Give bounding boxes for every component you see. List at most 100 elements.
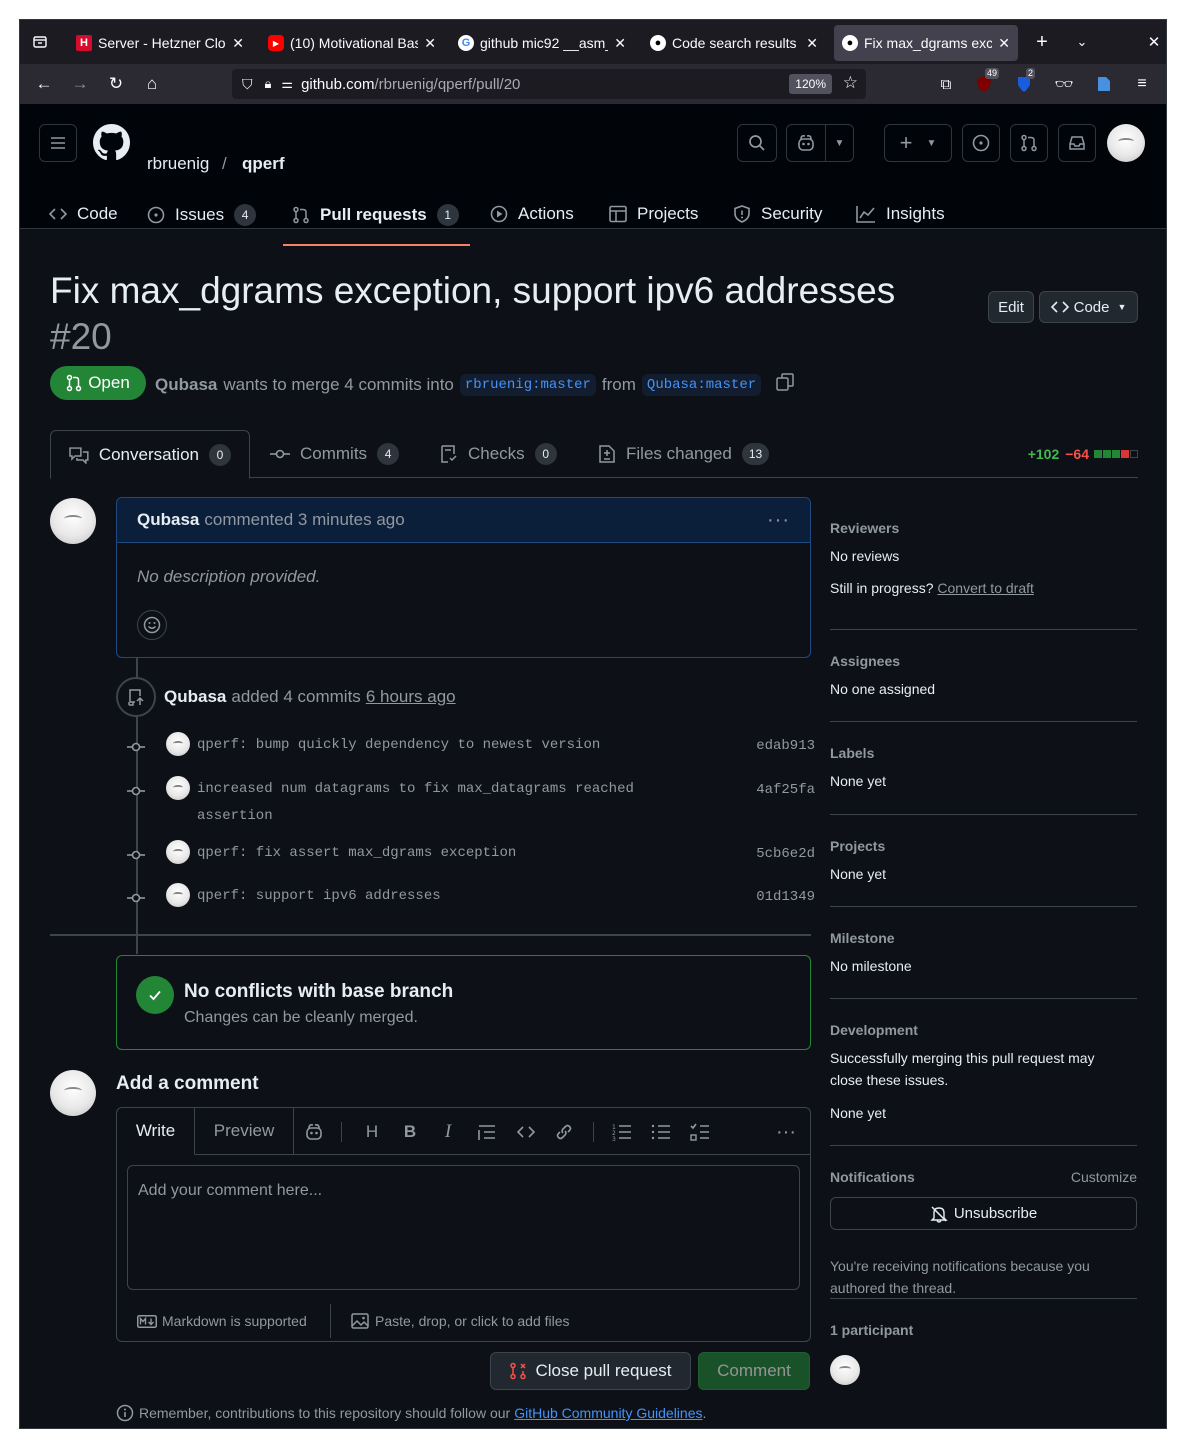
commit-author-avatar[interactable] bbox=[166, 883, 190, 907]
repo-nav-code[interactable]: Code bbox=[49, 204, 118, 224]
italic-icon[interactable]: I bbox=[434, 1118, 462, 1146]
commit-author-avatar[interactable] bbox=[166, 840, 190, 864]
kebab-horizontal-icon[interactable]: ··· bbox=[772, 1118, 800, 1146]
quote-icon[interactable] bbox=[473, 1118, 501, 1146]
close-tab-icon[interactable]: ✕ bbox=[424, 35, 436, 52]
url-bar[interactable]: ⛉ 🔒︎ ⚌ github.com/rbruenig/qperf/pull/20… bbox=[232, 69, 866, 99]
permissions-icon[interactable]: ⚌ bbox=[281, 76, 293, 92]
task-list-icon[interactable] bbox=[686, 1118, 714, 1146]
bookmark-star-icon[interactable]: ☆ bbox=[843, 73, 858, 93]
tab-overview-icon[interactable] bbox=[26, 28, 54, 56]
tab-conversation[interactable]: Conversation 0 bbox=[50, 430, 250, 479]
commit-message-link[interactable]: qperf: support ipv6 addresses bbox=[197, 883, 667, 910]
reader-icon[interactable] bbox=[1090, 70, 1118, 98]
commit-sha-link[interactable]: 5cb6e2d bbox=[756, 846, 815, 862]
commit-author-avatar[interactable] bbox=[166, 776, 190, 800]
menu-icon[interactable]: ≡ bbox=[1128, 70, 1156, 98]
inbox-button[interactable] bbox=[1058, 124, 1096, 162]
pr-author-link[interactable]: Qubasa bbox=[155, 375, 217, 395]
lock-icon[interactable]: 🔒︎ bbox=[265, 76, 272, 92]
commit-message-link[interactable]: increased num datagrams to fix max_datag… bbox=[197, 776, 667, 830]
milestone-heading[interactable]: Milestone bbox=[830, 930, 1137, 946]
shield-icon[interactable]: ⛉ bbox=[242, 76, 253, 93]
new-tab-button[interactable]: + bbox=[1028, 28, 1056, 56]
issues-button[interactable] bbox=[962, 124, 1000, 162]
close-tab-icon[interactable]: ✕ bbox=[806, 35, 818, 52]
tab-checks[interactable]: Checks 0 bbox=[440, 430, 557, 478]
search-button[interactable] bbox=[737, 124, 777, 162]
hamburger-menu-button[interactable] bbox=[39, 124, 77, 162]
assignees-heading[interactable]: Assignees bbox=[830, 653, 1137, 669]
copilot-button[interactable]: ▼ bbox=[786, 124, 854, 162]
reviewers-heading[interactable]: Reviewers bbox=[830, 520, 1137, 536]
link-icon[interactable] bbox=[550, 1118, 578, 1146]
repo-nav-security[interactable]: Security bbox=[733, 204, 822, 224]
submit-comment-button[interactable]: Comment bbox=[698, 1352, 810, 1390]
browser-tab-active[interactable]: ● Fix max_dgrams exce ✕ bbox=[834, 25, 1018, 61]
bold-icon[interactable]: B bbox=[396, 1118, 424, 1146]
commit-sha-link[interactable]: edab913 bbox=[756, 738, 815, 754]
extension-eyes-icon[interactable]: 👓︎ bbox=[1050, 70, 1078, 98]
commit-message-link[interactable]: qperf: fix assert max_dgrams exception bbox=[197, 840, 667, 867]
labels-heading[interactable]: Labels bbox=[830, 745, 1137, 761]
unordered-list-icon[interactable] bbox=[647, 1118, 675, 1146]
commit-sha-link[interactable]: 4af25fa bbox=[756, 782, 815, 798]
pull-requests-button[interactable] bbox=[1010, 124, 1048, 162]
code-icon[interactable] bbox=[512, 1118, 540, 1146]
repo-nav-issues[interactable]: Issues 4 bbox=[147, 204, 257, 226]
create-new-button[interactable]: + ▼ bbox=[884, 124, 952, 162]
attach-files-button[interactable]: Paste, drop, or click to add files bbox=[331, 1313, 570, 1329]
repo-nav-projects[interactable]: Projects bbox=[609, 204, 698, 224]
reload-icon[interactable]: ↻ bbox=[102, 70, 130, 98]
ublock-icon[interactable]: 49 bbox=[970, 68, 1000, 98]
forward-icon[interactable]: → bbox=[66, 70, 94, 98]
development-heading[interactable]: Development bbox=[830, 1022, 1137, 1038]
github-logo-icon[interactable] bbox=[93, 124, 130, 166]
preview-tab[interactable]: Preview bbox=[195, 1107, 294, 1155]
close-pr-button[interactable]: Close pull request bbox=[490, 1352, 691, 1390]
unsubscribe-button[interactable]: Unsubscribe bbox=[830, 1197, 1137, 1230]
repo-owner-link[interactable]: rbruenig bbox=[147, 154, 209, 174]
browser-tab-google[interactable]: G github mic92 __asm_ ✕ bbox=[450, 25, 634, 61]
comment-textarea[interactable]: Add your comment here... bbox=[127, 1165, 800, 1290]
markdown-supported-link[interactable]: Markdown is supported bbox=[117, 1304, 331, 1338]
code-dropdown-button[interactable]: Code ▼ bbox=[1039, 291, 1138, 323]
repo-nav-actions[interactable]: Actions bbox=[490, 204, 574, 224]
repo-nav-pull-requests[interactable]: Pull requests 1 bbox=[292, 204, 459, 226]
customize-notifications-link[interactable]: Customize bbox=[1071, 1169, 1137, 1185]
chevron-down-icon[interactable]: ⌄ bbox=[1068, 28, 1096, 56]
browser-tab-code-search[interactable]: ● Code search results ✕ bbox=[642, 25, 826, 61]
commit-author-avatar[interactable] bbox=[166, 732, 190, 756]
write-tab[interactable]: Write bbox=[117, 1107, 195, 1155]
browser-tab-hetzner[interactable]: H Server - Hetzner Cloud ✕ bbox=[68, 25, 252, 61]
close-tab-icon[interactable]: ✕ bbox=[998, 35, 1010, 52]
convert-to-draft-link[interactable]: Convert to draft bbox=[937, 580, 1034, 596]
copilot-icon[interactable] bbox=[300, 1118, 328, 1146]
heading-icon[interactable]: H bbox=[358, 1118, 386, 1146]
user-avatar[interactable] bbox=[1107, 124, 1145, 162]
bitwarden-icon[interactable]: 2 bbox=[1010, 68, 1038, 98]
current-user-avatar[interactable] bbox=[50, 1070, 96, 1116]
back-icon[interactable]: ← bbox=[30, 70, 58, 98]
repo-nav-insights[interactable]: Insights bbox=[856, 204, 945, 224]
close-window-icon[interactable]: ✕ bbox=[1140, 28, 1166, 56]
tab-files-changed[interactable]: Files changed 13 bbox=[598, 430, 770, 478]
zoom-level[interactable]: 120% bbox=[789, 74, 832, 94]
commit-sha-link[interactable]: 01d1349 bbox=[756, 889, 815, 905]
event-author-link[interactable]: Qubasa bbox=[164, 687, 226, 707]
edit-title-button[interactable]: Edit bbox=[988, 291, 1034, 323]
repo-name-link[interactable]: qperf bbox=[242, 154, 285, 174]
tab-commits[interactable]: Commits 4 bbox=[270, 430, 400, 478]
event-time-link[interactable]: 6 hours ago bbox=[366, 687, 456, 707]
head-branch[interactable]: Qubasa:master bbox=[641, 373, 762, 396]
close-tab-icon[interactable]: ✕ bbox=[232, 35, 244, 52]
ordered-list-icon[interactable]: 123 bbox=[608, 1118, 636, 1146]
copy-icon[interactable] bbox=[775, 372, 795, 397]
projects-heading[interactable]: Projects bbox=[830, 838, 1137, 854]
base-branch[interactable]: rbruenig:master bbox=[459, 373, 596, 396]
commit-message-link[interactable]: qperf: bump quickly dependency to newest… bbox=[197, 732, 667, 759]
comment-author-link[interactable]: Qubasa bbox=[137, 510, 199, 530]
kebab-horizontal-icon[interactable]: ··· bbox=[767, 509, 790, 532]
home-icon[interactable]: ⌂ bbox=[138, 70, 166, 98]
participant-avatar[interactable] bbox=[830, 1355, 860, 1385]
